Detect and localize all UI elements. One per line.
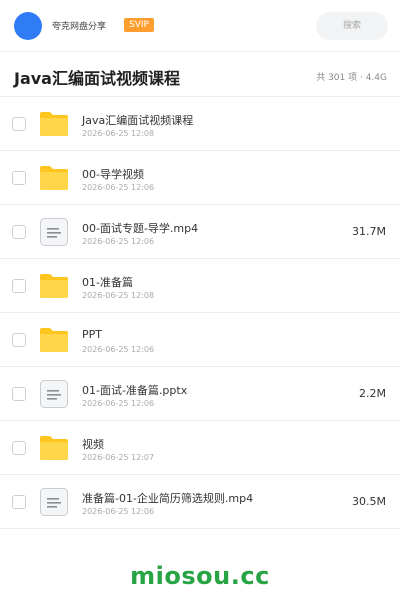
- file-date: 2026-06-25 12:08: [82, 129, 155, 138]
- file-list: Java汇编面试视频课程 2026-06-25 12:08 00-导学视频 2026-…: [0, 97, 400, 529]
- page-title: Java汇编面试视频课程: [14, 69, 180, 88]
- file-date: 2026-06-25 12:08: [82, 291, 155, 300]
- file-date: 2026-06-25 12:06: [82, 237, 155, 246]
- avatar[interactable]: [14, 12, 42, 40]
- file-date: 2026-06-25 12:06: [82, 399, 155, 408]
- file-name: 00-面试专题-导学.mp4: [82, 222, 199, 235]
- document-icon: [38, 486, 70, 518]
- watermark-logo: miosou.cc: [130, 562, 270, 590]
- file-row[interactable]: 01-面试-准备篇.pptx 2026-06-25 12:06 2.2M: [0, 367, 400, 421]
- file-size: 2.2M: [359, 387, 386, 400]
- file-date: 2026-06-25 12:06: [82, 507, 155, 516]
- brand-name: 夸克网盘分享: [52, 22, 107, 32]
- folder-icon: [38, 108, 70, 140]
- folder-icon: [38, 162, 70, 194]
- file-row[interactable]: 00-面试专题-导学.mp4 2026-06-25 12:06 31.7M: [0, 205, 400, 259]
- file-row[interactable]: Java汇编面试视频课程 2026-06-25 12:08: [0, 97, 400, 151]
- file-size: 30.5M: [352, 495, 386, 508]
- document-icon: [38, 216, 70, 248]
- file-name: Java汇编面试视频课程: [82, 114, 194, 127]
- row-checkbox[interactable]: [12, 117, 26, 131]
- folder-icon: [38, 432, 70, 464]
- file-date: 2026-06-25 12:07: [82, 453, 155, 462]
- folder-icon: [38, 270, 70, 302]
- file-date: 2026-06-25 12:06: [82, 345, 155, 354]
- file-row[interactable]: 00-导学视频 2026-06-25 12:06: [0, 151, 400, 205]
- row-checkbox[interactable]: [12, 279, 26, 293]
- row-checkbox[interactable]: [12, 387, 26, 401]
- file-name: 01-面试-准备篇.pptx: [82, 384, 188, 397]
- file-name: 视频: [82, 438, 104, 451]
- file-name: 00-导学视频: [82, 168, 144, 181]
- top-bar: 夸克网盘分享 SVIP 搜索: [0, 0, 400, 52]
- document-icon: [38, 378, 70, 410]
- folder-header: Java汇编面试视频课程 共 301 项 · 4.4G: [0, 53, 400, 97]
- file-name: 01-准备篇: [82, 276, 133, 289]
- row-checkbox[interactable]: [12, 333, 26, 347]
- file-date: 2026-06-25 12:06: [82, 183, 155, 192]
- file-row[interactable]: 准备篇-01-企业简历筛选规则.mp4 2026-06-25 12:06 30.5M: [0, 475, 400, 529]
- file-row[interactable]: 视频 2026-06-25 12:07: [0, 421, 400, 475]
- folder-icon: [38, 324, 70, 356]
- file-row[interactable]: 01-准备篇 2026-06-25 12:08: [0, 259, 400, 313]
- file-name: PPT: [82, 328, 102, 341]
- file-row[interactable]: PPT 2026-06-25 12:06: [0, 313, 400, 367]
- row-checkbox[interactable]: [12, 495, 26, 509]
- file-size: 31.7M: [352, 225, 386, 238]
- file-name: 准备篇-01-企业简历筛选规则.mp4: [82, 492, 254, 505]
- search-input[interactable]: 搜索: [316, 12, 388, 40]
- row-checkbox[interactable]: [12, 171, 26, 185]
- svip-badge: SVIP: [124, 18, 154, 32]
- row-checkbox[interactable]: [12, 441, 26, 455]
- row-checkbox[interactable]: [12, 225, 26, 239]
- folder-summary: 共 301 项 · 4.4G: [316, 73, 387, 83]
